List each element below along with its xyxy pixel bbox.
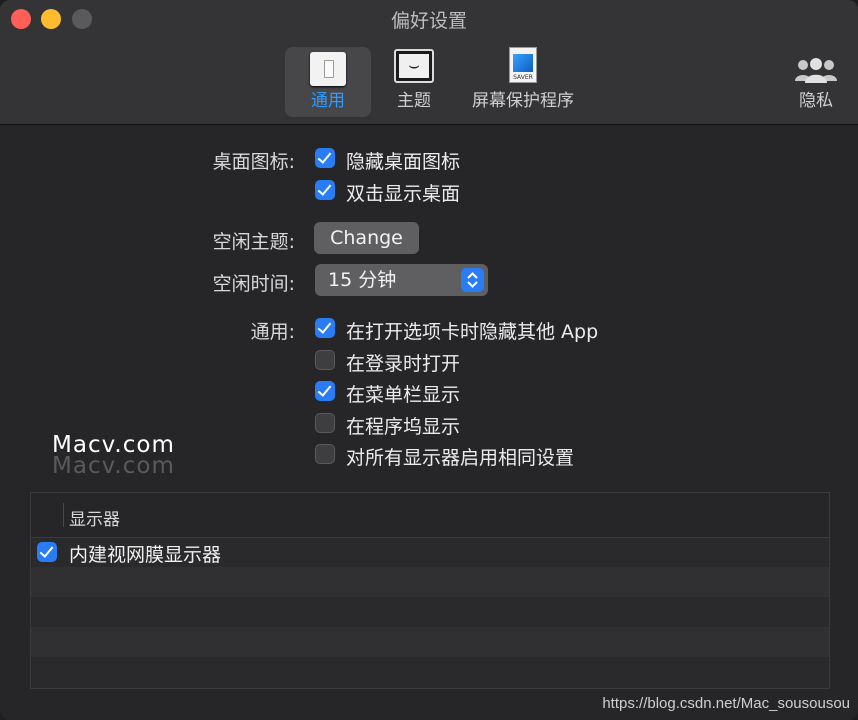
displays-table: 显示器 内建视网膜显示器	[30, 492, 830, 689]
tab-privacy-label: 隐私	[799, 91, 833, 111]
displays-table-header: 显示器	[31, 493, 829, 538]
builtin-display-checkbox[interactable]	[37, 542, 57, 562]
people-icon	[795, 58, 837, 83]
toolbar: 偏好设置 通用 ⌣︎ 主题 SAVER 屏幕保护程序 隐私	[0, 0, 858, 125]
open-at-login-label: 在登录时打开	[346, 353, 461, 375]
tab-privacy[interactable]: 隐私	[788, 47, 844, 117]
screensaver-file-icon: SAVER	[509, 47, 537, 83]
show-in-dock-label: 在程序坞显示	[346, 416, 461, 438]
table-row[interactable]: 内建视网膜显示器	[31, 537, 829, 567]
hide-other-apps-checkbox[interactable]	[315, 318, 335, 338]
source-url: https://blog.csdn.net/Mac_sousousou	[602, 695, 850, 712]
watermark-reflection: Macv.com	[52, 453, 175, 479]
idle-time-label: 空闲时间:	[212, 273, 295, 295]
hide-desktop-icons-label: 隐藏桌面图标	[346, 151, 461, 173]
tab-general-label: 通用	[311, 91, 345, 111]
show-in-menubar-label: 在菜单栏显示	[346, 384, 461, 406]
tab-theme-label: 主题	[397, 91, 431, 111]
idle-theme-label: 空闲主题:	[212, 231, 295, 253]
double-click-show-desktop-label: 双击显示桌面	[346, 183, 461, 205]
monitor-icon: ⌣︎	[394, 49, 434, 83]
idle-time-value: 15 分钟	[328, 269, 397, 291]
table-row	[31, 657, 829, 687]
table-row	[31, 567, 829, 597]
displays-column-header[interactable]: 显示器	[69, 505, 120, 530]
hide-desktop-icons-checkbox[interactable]	[315, 148, 335, 168]
general-label: 通用:	[250, 321, 295, 343]
same-settings-all-displays-label: 对所有显示器启用相同设置	[346, 447, 575, 469]
show-in-menubar-checkbox[interactable]	[315, 381, 335, 401]
show-in-dock-checkbox[interactable]	[315, 413, 335, 433]
table-row	[31, 627, 829, 657]
builtin-display-label: 内建视网膜显示器	[69, 544, 222, 566]
desktop-icons-label: 桌面图标:	[212, 151, 295, 173]
tab-screensaver-label: 屏幕保护程序	[472, 91, 574, 111]
tab-theme[interactable]: ⌣︎ 主题	[376, 47, 452, 117]
window-title: 偏好设置	[390, 10, 467, 32]
switch-icon	[310, 52, 346, 86]
tab-screensaver[interactable]: SAVER 屏幕保护程序	[464, 47, 582, 117]
open-at-login-checkbox[interactable]	[315, 350, 335, 370]
preferences-window: 偏好设置 通用 ⌣︎ 主题 SAVER 屏幕保护程序 隐私 桌面图标: 隐藏桌面…	[0, 0, 858, 720]
table-row	[31, 597, 829, 627]
same-settings-all-displays-checkbox[interactable]	[315, 444, 335, 464]
double-click-show-desktop-checkbox[interactable]	[315, 180, 335, 200]
tab-general[interactable]: 通用	[285, 47, 371, 117]
updown-chevron-icon	[461, 268, 484, 292]
change-theme-button[interactable]: Change	[314, 222, 419, 254]
idle-time-select[interactable]: 15 分钟	[315, 264, 488, 296]
hide-other-apps-label: 在打开选项卡时隐藏其他 App	[346, 321, 599, 343]
